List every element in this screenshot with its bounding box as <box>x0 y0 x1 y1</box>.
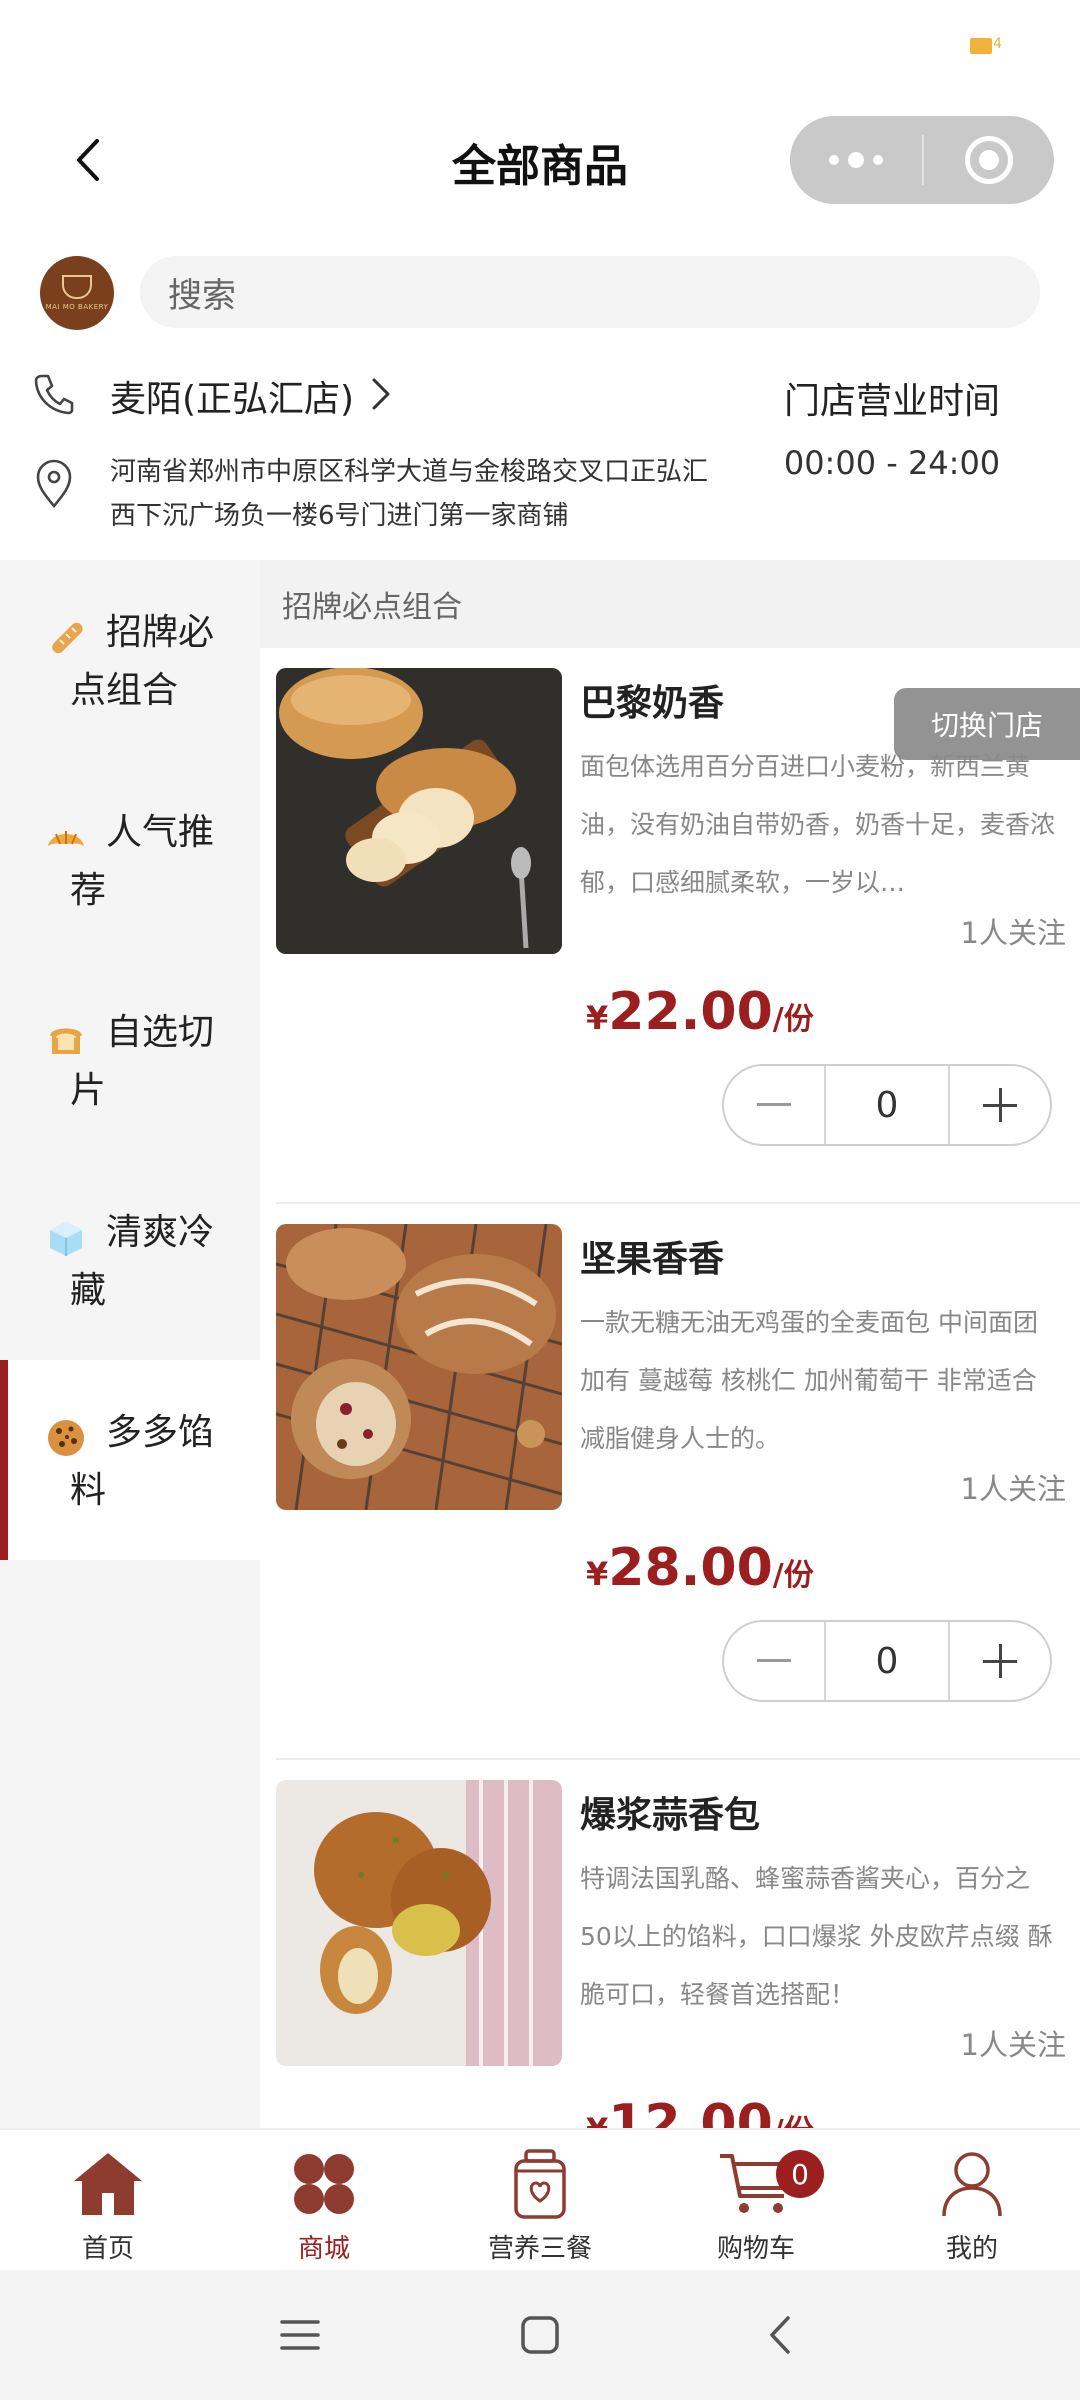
product-name: 爆浆蒜香包 <box>580 1795 761 1836</box>
product-card[interactable]: 坚果香香 一款无糖无油无鸡蛋的全麦面包 中间面团加有 蔓越莓 核桃仁 加州葡萄干… <box>260 1204 1080 1760</box>
search-input[interactable]: 搜索 <box>140 256 1040 328</box>
tab-home[interactable]: 首页 <box>0 2130 216 2270</box>
system-nav-bar <box>0 2270 1080 2400</box>
battery-level: 4 <box>993 36 1002 52</box>
minus-icon[interactable] <box>724 1066 824 1144</box>
plus-icon[interactable] <box>950 1622 1050 1700</box>
crest-icon <box>62 275 92 299</box>
product-description: 特调法国乳酪、蜂蜜蒜香酱夹心，百分之50以上的馅料，口口爆浆 外皮欧芹点缀 酥脆… <box>580 1864 1053 2009</box>
search-placeholder: 搜索 <box>168 275 236 316</box>
price-unit: /份 <box>772 1558 814 1593</box>
switch-store-button[interactable]: 切换门店 <box>894 688 1080 760</box>
product-image[interactable] <box>276 1224 562 1510</box>
price-currency: ¥ <box>586 1555 609 1593</box>
brand-logo: MAI MO BAKERY <box>40 256 114 330</box>
product-name: 坚果香香 <box>580 1239 725 1280</box>
tab-label: 商城 <box>297 2234 350 2264</box>
mini-program-capsule <box>790 116 1054 204</box>
store-hours: 00:00 - 24:00 <box>783 444 1001 482</box>
product-followers: 1人关注 <box>960 916 1066 950</box>
category-sidebar: 招牌必点组合 人气推荐 自选切片 清爽冷藏 多多馅料 <box>0 560 260 2130</box>
product-price: ¥28.00/份 <box>586 1538 814 1598</box>
product-followers: 1人关注 <box>960 1472 1066 1506</box>
category-label: 多多馅料 <box>70 1412 215 1511</box>
product-price: ¥22.00/份 <box>586 982 814 1042</box>
category-label: 自选切片 <box>70 1012 215 1111</box>
price-value: 28.00 <box>608 1538 773 1598</box>
product-image[interactable] <box>276 1780 562 2066</box>
cart-count-badge: 0 <box>776 2150 824 2198</box>
section-header: 招牌必点组合 <box>260 560 1080 648</box>
tab-label: 我的 <box>945 2234 998 2264</box>
product-image[interactable] <box>276 668 562 954</box>
product-followers: 1人关注 <box>960 2028 1066 2062</box>
title-bar: 全部商品 <box>0 100 1080 220</box>
price-unit: /份 <box>772 1002 814 1037</box>
quantity-stepper: 0 <box>722 1064 1052 1146</box>
plus-icon[interactable] <box>950 1066 1050 1144</box>
category-item[interactable]: 人气推荐 <box>0 760 260 960</box>
quantity-value[interactable]: 0 <box>824 1622 950 1700</box>
location-pin-icon <box>32 458 76 514</box>
phone-icon[interactable] <box>32 372 76 420</box>
category-item[interactable]: 招牌必点组合 <box>0 560 260 760</box>
product-name: 巴黎奶香 <box>580 683 725 724</box>
quantity-value[interactable]: 0 <box>824 1066 950 1144</box>
store-address: 河南省郑州市中原区科学大道与金梭路交叉口正弘汇西下沉广场负一楼6号门进门第一家商… <box>110 457 709 531</box>
tab-mall[interactable]: 商城 <box>216 2130 432 2270</box>
mall-grid-icon <box>286 2146 362 2222</box>
jar-heart-icon <box>502 2146 578 2222</box>
target-icon[interactable] <box>924 116 1054 204</box>
status-bar: 4 <box>0 0 1080 90</box>
tab-label: 营养三餐 <box>487 2234 592 2264</box>
user-icon <box>934 2146 1010 2222</box>
store-name[interactable]: 麦陌(正弘汇店) <box>110 370 354 422</box>
bottom-tab-bar: 首页 商城 营养三餐 0 购物车 我的 <box>0 2128 1080 2270</box>
brand-logo-text: MAI MO BAKERY <box>45 303 109 311</box>
store-selector[interactable]: 麦陌(正弘汇店) <box>32 368 392 424</box>
quantity-stepper: 0 <box>722 1620 1052 1702</box>
tab-profile[interactable]: 我的 <box>864 2130 1080 2270</box>
category-label: 清爽冷藏 <box>70 1212 215 1311</box>
tab-cart[interactable]: 0 购物车 <box>648 2130 864 2270</box>
product-description: 面包体选用百分百进口小麦粉，新西兰黄油，没有奶油自带奶香，奶香十足，麦香浓郁，口… <box>580 752 1056 897</box>
more-dots-icon[interactable] <box>790 116 922 204</box>
screen: 4 全部商品 MAI MO BAKERY 搜索 麦陌(正弘汇店) 门店营业时间 … <box>0 0 1080 2400</box>
price-currency: ¥ <box>586 999 609 1037</box>
category-item[interactable]: 自选切片 <box>0 960 260 1160</box>
tab-label: 首页 <box>81 2234 134 2264</box>
category-label: 人气推荐 <box>70 812 215 911</box>
switch-store-label: 切换门店 <box>930 709 1043 742</box>
category-item[interactable]: 清爽冷藏 <box>0 1160 260 1360</box>
chevron-right-icon[interactable] <box>370 376 392 416</box>
home-icon <box>70 2146 146 2222</box>
battery-icon: 4 <box>970 36 1002 54</box>
store-hours-label: 门店营业时间 <box>783 381 1000 422</box>
back-icon[interactable] <box>740 2295 820 2375</box>
menu-icon[interactable] <box>260 2295 340 2375</box>
tab-meals[interactable]: 营养三餐 <box>432 2130 648 2270</box>
tab-label: 购物车 <box>716 2234 795 2264</box>
section-title: 招牌必点组合 <box>282 590 462 625</box>
product-description: 一款无糖无油无鸡蛋的全麦面包 中间面团加有 蔓越莓 核桃仁 加州葡萄干 非常适合… <box>580 1308 1038 1453</box>
price-value: 22.00 <box>608 982 773 1042</box>
category-item-active[interactable]: 多多馅料 <box>0 1360 260 1560</box>
category-label: 招牌必点组合 <box>70 612 215 711</box>
home-square-icon[interactable] <box>500 2295 580 2375</box>
minus-icon[interactable] <box>724 1622 824 1700</box>
